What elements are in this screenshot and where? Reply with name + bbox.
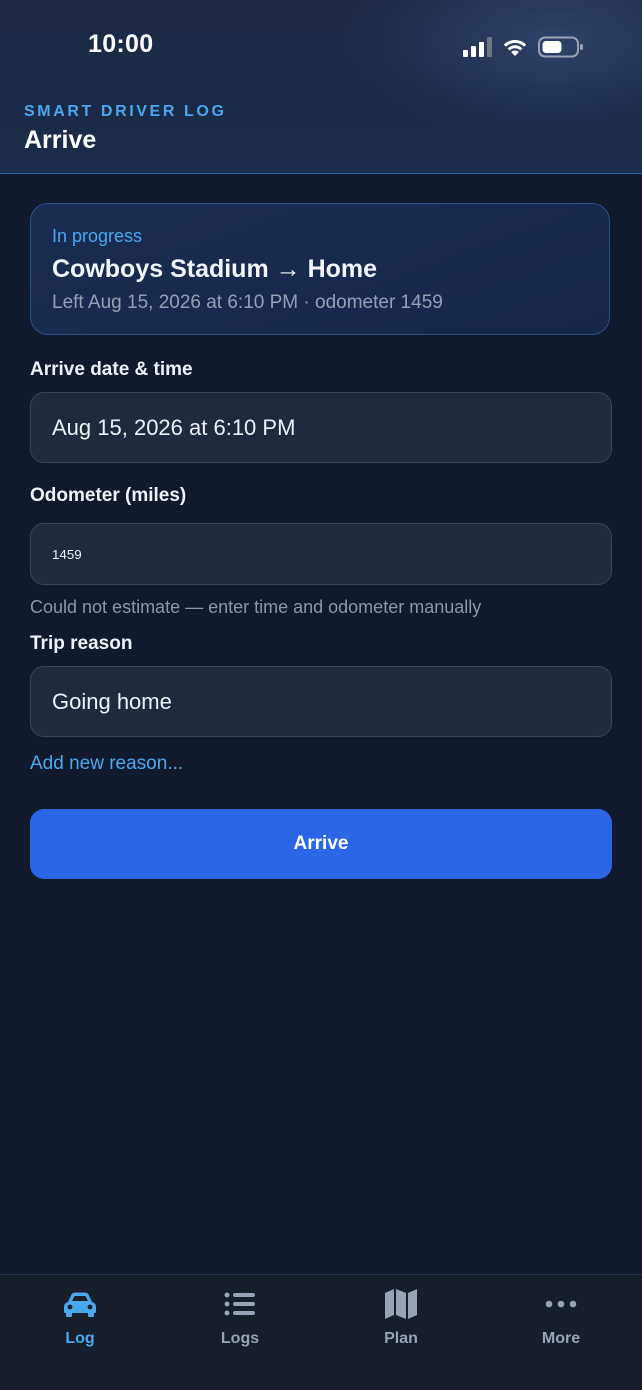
header-glow bbox=[342, 0, 642, 140]
estimate-hint: Could not estimate — enter time and odom… bbox=[30, 597, 482, 617]
trip-reason-select[interactable]: Going home bbox=[30, 666, 612, 737]
arrive-datetime-value: Aug 15, 2026 at 6:10 PM bbox=[52, 414, 296, 440]
trip-status: In progress bbox=[52, 226, 143, 246]
page-title: Arrive bbox=[24, 126, 97, 154]
battery-icon bbox=[538, 36, 583, 58]
cellular-signal-icon bbox=[463, 37, 492, 57]
tab-more[interactable]: More bbox=[481, 1275, 641, 1355]
tab-logs-label: Logs bbox=[220, 1330, 260, 1347]
tab-more-label: More bbox=[541, 1330, 581, 1347]
app-header: 10:00 SMART DRIVER LOG Arrive bbox=[0, 0, 642, 174]
trip-meta: Left Aug 15, 2026 at 6:10 PM · odometer … bbox=[52, 292, 443, 313]
trip-reason-label: Trip reason bbox=[30, 633, 133, 654]
tab-bar: Log Logs Plan More bbox=[0, 1274, 642, 1390]
tab-plan-label: Plan bbox=[384, 1330, 418, 1347]
tab-plan[interactable]: Plan bbox=[321, 1275, 481, 1355]
odometer-field[interactable] bbox=[30, 523, 612, 585]
trip-reason-value: Going home bbox=[52, 688, 172, 714]
tab-logs[interactable]: Logs bbox=[160, 1275, 320, 1355]
status-icons bbox=[463, 36, 584, 58]
arrive-datetime-field[interactable]: Aug 15, 2026 at 6:10 PM bbox=[30, 392, 612, 463]
arrive-button[interactable]: Arrive bbox=[30, 809, 612, 879]
car-icon bbox=[64, 1292, 96, 1317]
status-time: 10:00 bbox=[88, 30, 154, 58]
trip-progress-card: In progress Cowboys Stadium → Home Left … bbox=[30, 203, 610, 335]
odometer-input[interactable] bbox=[52, 546, 611, 562]
arrive-datetime-label: Arrive date & time bbox=[30, 359, 193, 380]
list-icon bbox=[224, 1292, 255, 1316]
tab-log[interactable]: Log bbox=[0, 1275, 160, 1355]
add-new-reason-link[interactable]: Add new reason... bbox=[30, 753, 183, 775]
wifi-icon bbox=[503, 39, 527, 56]
app-name: SMART DRIVER LOG bbox=[24, 103, 227, 120]
trip-route: Cowboys Stadium → Home bbox=[52, 255, 378, 283]
tab-log-label: Log bbox=[65, 1330, 95, 1347]
odometer-label: Odometer (miles) bbox=[30, 485, 187, 506]
more-icon bbox=[545, 1300, 577, 1308]
map-icon bbox=[385, 1289, 417, 1319]
